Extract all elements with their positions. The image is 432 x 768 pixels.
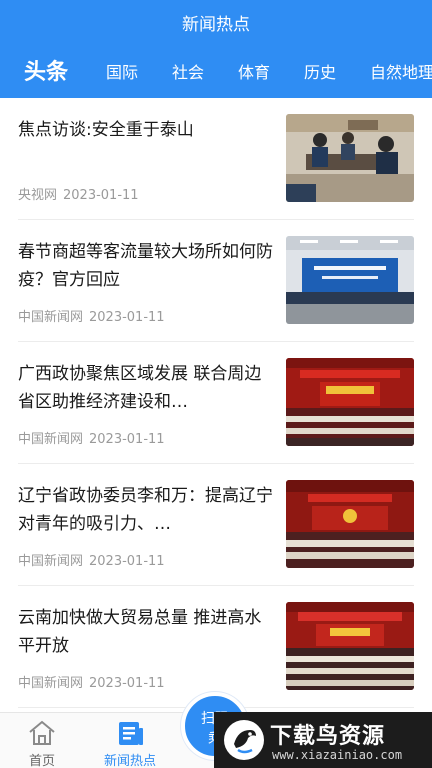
page-title: 新闻热点	[182, 14, 250, 35]
news-thumbnail	[286, 358, 414, 446]
watermark-title: 下载鸟资源	[270, 724, 386, 749]
tab-headlines[interactable]: 头条	[24, 44, 68, 98]
watermark-logo: 下载鸟资源 www.xiazainiao.com	[214, 712, 432, 768]
news-item[interactable]: 焦点访谈:安全重于泰山 央视网 2023-01-11	[0, 98, 432, 220]
tab-sports[interactable]: 体育	[238, 44, 270, 98]
news-meta: 中国新闻网 2023-01-11	[18, 306, 165, 325]
news-meta: 中国新闻网 2023-01-11	[18, 428, 165, 447]
tab-history[interactable]: 历史	[304, 44, 336, 98]
news-source: 中国新闻网	[18, 676, 84, 691]
nav-news-label: 新闻热点	[103, 754, 156, 768]
tab-geography[interactable]: 自然地理	[370, 44, 432, 98]
news-meta: 中国新闻网 2023-01-11	[18, 672, 165, 691]
news-meta: 中国新闻网 2023-01-11	[18, 550, 165, 569]
news-title: 辽宁省政协委员李和万：提高辽宁对青年的吸引力、…	[18, 486, 273, 534]
news-source: 央视网	[18, 188, 58, 203]
news-item[interactable]: 春节商超等客流量较大场所如何防疫？官方回应 中国新闻网 2023-01-11	[0, 220, 432, 342]
news-source: 中国新闻网	[18, 310, 84, 325]
news-source: 中国新闻网	[18, 432, 84, 447]
home-icon	[29, 720, 55, 745]
news-date: 2023-01-11	[63, 188, 139, 203]
news-item[interactable]: 云南加快做大贸易总量 推进高水平开放 中国新闻网 2023-01-11	[0, 586, 432, 708]
tab-society[interactable]: 社会	[172, 44, 204, 98]
news-thumbnail	[286, 602, 414, 690]
news-thumbnail	[286, 480, 414, 568]
news-date: 2023-01-11	[89, 554, 165, 569]
nav-news[interactable]: 新闻热点	[96, 713, 164, 768]
news-icon	[119, 722, 143, 745]
nav-home-label: 首页	[28, 754, 55, 768]
news-date: 2023-01-11	[89, 432, 165, 447]
news-source: 中国新闻网	[18, 554, 84, 569]
news-thumbnail	[286, 236, 414, 324]
watermark-url: www.xiazainiao.com	[272, 748, 403, 762]
news-date: 2023-01-11	[89, 676, 165, 691]
news-title: 春节商超等客流量较大场所如何防疫？官方回应	[18, 242, 273, 290]
app-header: 新闻热点	[0, 0, 432, 44]
news-item[interactable]: 辽宁省政协委员李和万：提高辽宁对青年的吸引力、… 中国新闻网 2023-01-11	[0, 464, 432, 586]
nav-home[interactable]: 首页	[14, 713, 70, 768]
news-meta: 央视网 2023-01-11	[18, 184, 139, 203]
news-item[interactable]: 广西政协聚焦区域发展 联合周边省区助推经济建设和… 中国新闻网 2023-01-1…	[0, 342, 432, 464]
news-title: 焦点访谈:安全重于泰山	[18, 120, 194, 140]
category-tabs: 头条 国际 社会 体育 历史 自然地理	[0, 44, 432, 98]
news-title: 云南加快做大贸易总量 推进高水平开放	[18, 608, 262, 656]
news-title: 广西政协聚焦区域发展 联合周边省区助推经济建设和…	[18, 364, 262, 412]
news-thumbnail	[286, 114, 414, 202]
bird-logo-icon	[224, 720, 264, 760]
tab-international[interactable]: 国际	[106, 44, 138, 98]
news-date: 2023-01-11	[89, 310, 165, 325]
